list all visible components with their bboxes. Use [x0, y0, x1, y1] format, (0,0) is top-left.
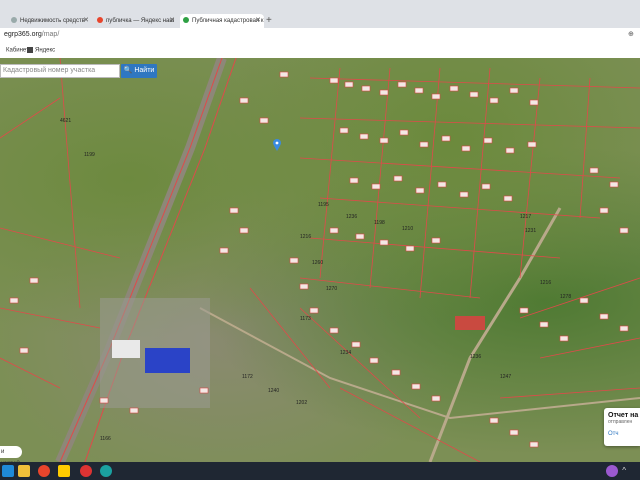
- app-icon[interactable]: [80, 465, 92, 477]
- help-bubble[interactable]: и карте?: [0, 446, 22, 467]
- notification-action[interactable]: Отч: [608, 431, 640, 437]
- taskbar: ^: [0, 462, 640, 480]
- bookmark-yandex[interactable]: Яндекс: [27, 47, 55, 54]
- url-path: /map/: [41, 31, 60, 38]
- parcel-label: 1172: [242, 374, 253, 380]
- new-tab-button[interactable]: +: [266, 14, 272, 28]
- parcel-label: 1217: [520, 214, 531, 220]
- address-bar[interactable]: egrp365.org/map/ ⊕: [0, 28, 640, 44]
- parcel-label: 1210: [402, 226, 413, 232]
- yandex-icon: [97, 17, 103, 24]
- close-icon[interactable]: ✕: [83, 14, 89, 28]
- windows-start-icon[interactable]: [2, 465, 14, 477]
- bookmarks-bar: Кабинеты Яндекс: [0, 44, 640, 59]
- parcel-label: 1195: [318, 202, 329, 208]
- close-icon[interactable]: ✕: [169, 14, 175, 28]
- parcel-label: 1236: [346, 214, 357, 220]
- parcel-label: 1236: [470, 354, 481, 360]
- url-field[interactable]: egrp365.org/map/: [4, 31, 59, 38]
- parcel-label: 1199: [84, 152, 95, 158]
- parcel-label: 1202: [296, 400, 307, 406]
- parcel-label: 1198: [374, 220, 385, 226]
- apps-icon: [0, 47, 4, 53]
- page-icon: [11, 17, 17, 24]
- parcel-label: 1173: [300, 316, 311, 322]
- search-button[interactable]: 🔍 Найти: [121, 64, 157, 78]
- notification-title: Отчет на: [608, 412, 639, 419]
- chevron-up-icon[interactable]: ^: [622, 466, 626, 475]
- parcel-label: 1260: [312, 260, 323, 266]
- parcel-label: 1216: [540, 280, 551, 286]
- close-icon[interactable]: ✕: [255, 14, 261, 28]
- parcel-label: 4621: [60, 118, 71, 124]
- parcel-label: 1231: [525, 228, 536, 234]
- tab-label: Недвижимость средств: [20, 18, 85, 24]
- parcel-label: 1234: [340, 350, 351, 356]
- tab-strip: Недвижимость средств ✕ публичка — Яндекс …: [0, 0, 640, 28]
- notification-subtitle: отправлен: [608, 419, 633, 425]
- yandex-browser-icon[interactable]: [38, 465, 50, 477]
- parcel-label: 1166: [100, 436, 111, 442]
- location-pin-icon[interactable]: [273, 139, 281, 151]
- cadastral-search-input[interactable]: Кадастровый номер участка: [0, 64, 120, 78]
- bookmark-label: Яндекс: [35, 47, 56, 54]
- bookmark-icon: [27, 47, 33, 53]
- profile-icon[interactable]: ⊕: [628, 30, 638, 40]
- url-host: egrp365.org: [4, 31, 42, 38]
- tab-2[interactable]: публичка — Яндекс наш ✕: [94, 14, 178, 28]
- report-notification[interactable]: Отчет на отправлен Отч: [604, 408, 640, 446]
- tab-1[interactable]: Недвижимость средств ✕: [8, 14, 92, 28]
- assistant-icon[interactable]: [606, 465, 618, 477]
- tab-3[interactable]: Публичная кадастровая к ✕: [180, 14, 264, 28]
- tab-label: публичка — Яндекс наш: [106, 18, 175, 24]
- check-icon: [183, 17, 189, 24]
- search-icon: 🔍: [123, 67, 133, 74]
- parcel-label: 1240: [268, 388, 279, 394]
- edge-icon[interactable]: [100, 465, 112, 477]
- cadastral-map[interactable]: 4621 1199 1195 1236 1198 1210 1217 1231 …: [0, 58, 640, 462]
- parcel-label: 1278: [560, 294, 571, 300]
- yandex-icon[interactable]: [58, 465, 70, 477]
- folder-icon[interactable]: [18, 465, 30, 477]
- map-overlay: 4621 1199 1195 1236 1198 1210 1217 1231 …: [0, 58, 640, 462]
- tab-label: Публичная кадастровая к: [192, 18, 264, 24]
- parcel-label: 1270: [326, 286, 337, 292]
- search-button-label: Найти: [134, 67, 155, 74]
- parcel-label: 1216: [300, 234, 311, 240]
- parcel-label: 1247: [500, 374, 511, 380]
